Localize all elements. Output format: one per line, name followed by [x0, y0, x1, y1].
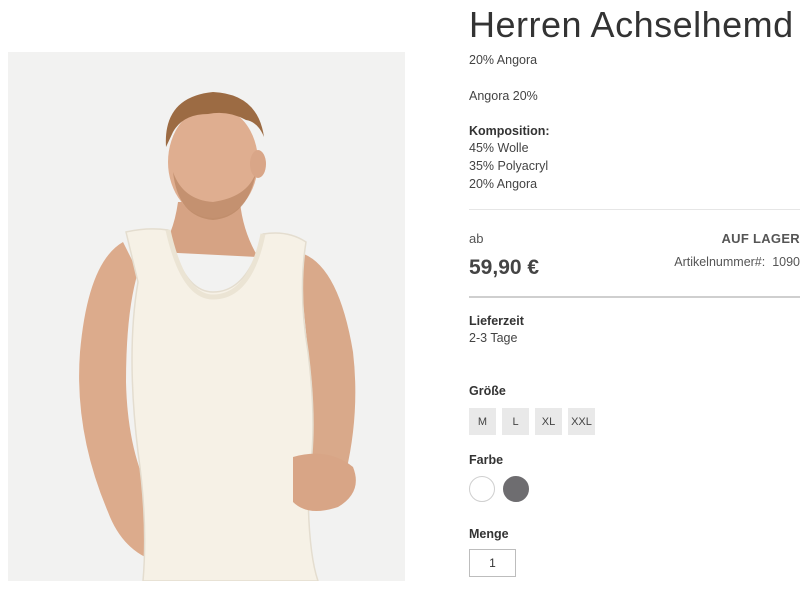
article-number-label: Artikelnummer#:: [674, 255, 766, 269]
composition-item: 20% Angora: [469, 177, 538, 191]
price: 59,90 €: [469, 256, 540, 279]
size-option-xxl[interactable]: XXL: [568, 408, 595, 435]
color-label: Farbe: [469, 453, 504, 467]
delivery-value: 2-3 Tage: [469, 331, 518, 345]
color-selector: [469, 476, 529, 502]
price-prefix: ab: [469, 231, 484, 246]
divider: [469, 209, 800, 210]
divider: [469, 296, 800, 298]
size-selector: M L XL XXL: [469, 408, 595, 435]
article-number: Artikelnummer#: 1090: [674, 255, 800, 269]
short-description-1: 20% Angora: [469, 53, 538, 67]
article-number-value: 1090: [772, 255, 800, 269]
stock-status: AUF LAGER: [721, 231, 800, 246]
product-title: Herren Achselhemd: [469, 4, 794, 45]
color-swatch-grey[interactable]: [503, 476, 529, 502]
color-swatch-white[interactable]: [469, 476, 495, 502]
product-photo-illustration: [8, 52, 405, 581]
composition-item: 45% Wolle: [469, 141, 529, 155]
composition-item: 35% Polyacryl: [469, 159, 549, 173]
size-option-m[interactable]: M: [469, 408, 496, 435]
quantity-label: Menge: [469, 527, 509, 541]
composition-label: Komposition:: [469, 124, 550, 138]
size-option-xl[interactable]: XL: [535, 408, 562, 435]
delivery-label: Lieferzeit: [469, 314, 524, 328]
size-option-l[interactable]: L: [502, 408, 529, 435]
quantity-input[interactable]: [469, 549, 516, 577]
size-label: Größe: [469, 384, 506, 398]
product-image[interactable]: [8, 52, 405, 581]
short-description-2: Angora 20%: [469, 89, 538, 103]
